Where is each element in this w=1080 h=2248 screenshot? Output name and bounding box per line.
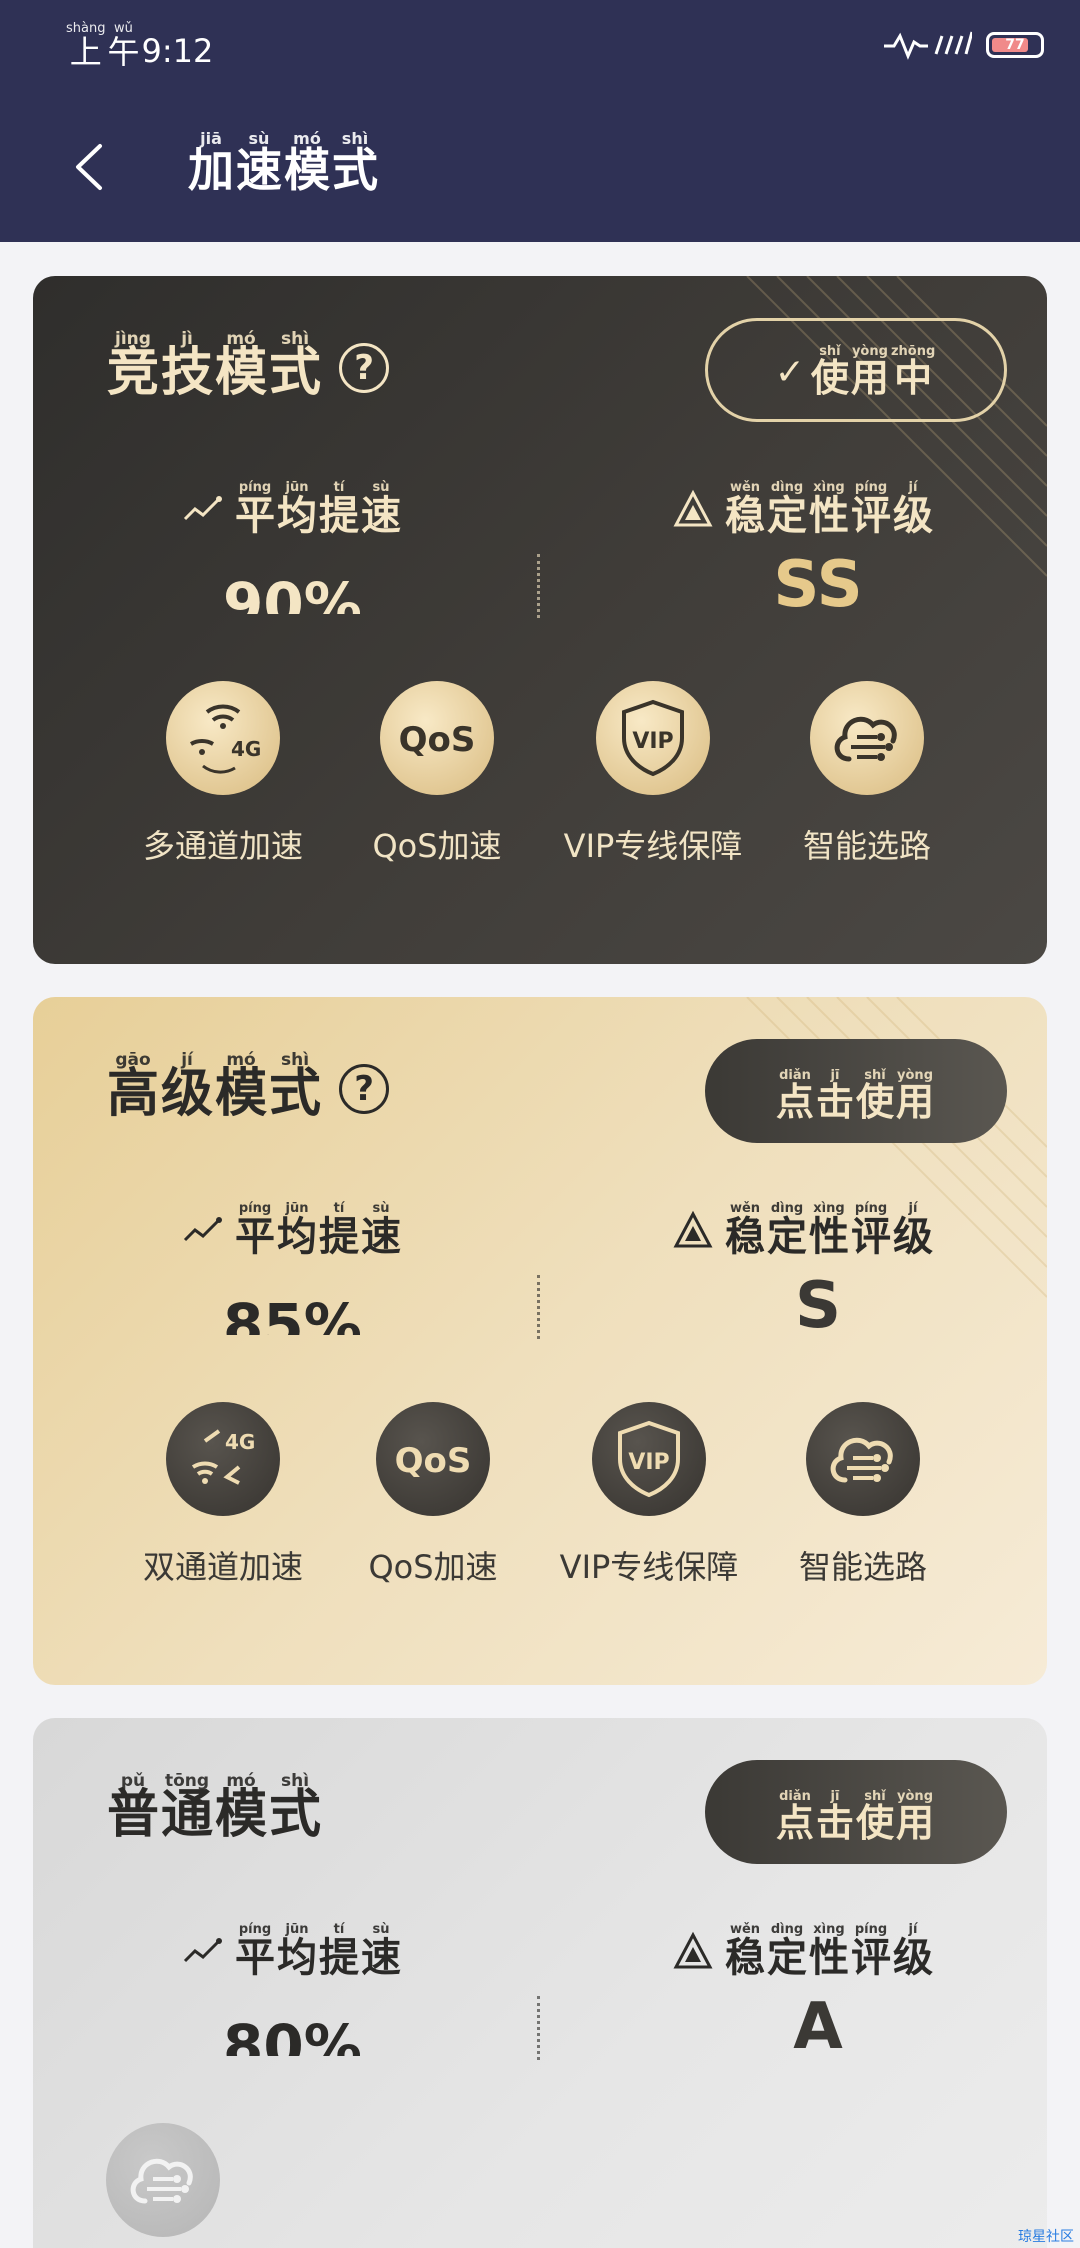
mode-card-normal: pǔ 普 tōng 通 mó 模 shì 式 diǎn 点 jī 击 shǐ 使 yòng 用 … bbox=[33, 1718, 1047, 2248]
app-header: shàng 上 wǔ 午 9:12 77 jiā 加 sù 速 mó 模 shì 式 bbox=[0, 0, 1080, 242]
status-time-digits: 9:12 bbox=[141, 31, 214, 70]
stability-grade: A bbox=[793, 1990, 843, 2064]
stability-label: wěn 稳 dìng 定 xìng 性 píng 评 jí 级 bbox=[673, 1923, 935, 1979]
smart-route-cloud-icon bbox=[806, 1402, 920, 1516]
dual-channel-4g-icon: 4G bbox=[166, 1402, 280, 1516]
mode-title: jìng 竞 jì 技 mó 模 shì 式 ? bbox=[107, 331, 390, 401]
feature-label: 多通道加速 bbox=[142, 827, 303, 865]
signal-icon bbox=[884, 31, 972, 60]
avg-speed-label: píng 平 jūn 均 tí 提 sù 速 bbox=[183, 1202, 403, 1258]
smart-route-cloud-icon bbox=[810, 681, 924, 795]
feature-label: 智能选路 bbox=[802, 827, 931, 865]
vip-shield-icon: VIP bbox=[592, 1402, 706, 1516]
vip-shield-icon: VIP bbox=[596, 681, 710, 795]
svg-text:4G: 4G bbox=[231, 737, 261, 761]
qos-icon: QoS bbox=[376, 1402, 490, 1516]
trend-icon bbox=[183, 1217, 222, 1242]
watermark: 琼星社区 bbox=[1018, 2229, 1074, 2245]
feature-label: VIP专线保障 bbox=[559, 1548, 739, 1586]
warning-triangle-icon bbox=[673, 1931, 713, 1969]
status-time: shàng 上 wǔ 午 9:12 bbox=[66, 21, 214, 71]
feature-smart-route: 智能选路 bbox=[763, 1402, 963, 1588]
smart-route-cloud-icon bbox=[106, 2123, 220, 2237]
feature-label: QoS加速 bbox=[368, 1548, 498, 1586]
multichannel-4g-icon: 4G bbox=[166, 681, 280, 795]
help-icon[interactable]: ? bbox=[339, 1063, 390, 1114]
stat-divider bbox=[537, 1996, 540, 2060]
stat-divider bbox=[537, 554, 540, 618]
warning-triangle-icon bbox=[673, 489, 713, 527]
svg-text:VIP: VIP bbox=[628, 1450, 669, 1475]
mode-title: gāo 高 jí 级 mó 模 shì 式 ? bbox=[107, 1052, 390, 1122]
battery-icon: 77 bbox=[986, 32, 1044, 58]
mode-card-advanced: gāo 高 jí 级 mó 模 shì 式 ? diǎn 点 jī 击 shǐ 使 yòng 用… bbox=[33, 997, 1047, 1685]
stability-grade: SS bbox=[773, 548, 863, 622]
warning-triangle-icon bbox=[673, 1210, 713, 1248]
in-use-button[interactable]: ✓ shǐ 使 yòng 用 zhōng 中 bbox=[705, 318, 1007, 422]
feature-label: 双通道加速 bbox=[142, 1548, 303, 1586]
svg-text:QoS: QoS bbox=[395, 1441, 472, 1481]
svg-text:QoS: QoS bbox=[399, 720, 476, 760]
feature-label: VIP专线保障 bbox=[563, 827, 743, 865]
svg-text:VIP: VIP bbox=[632, 729, 673, 754]
feature-dual-channel: 4G 双通道加速 bbox=[123, 1402, 323, 1588]
feature-label: QoS加速 bbox=[372, 827, 502, 865]
help-icon[interactable]: ? bbox=[339, 342, 390, 393]
mode-card-competitive: jìng 竞 jì 技 mó 模 shì 式 ? ✓ shǐ 使 yòng 用 zhōng 中… bbox=[33, 276, 1047, 964]
trend-icon bbox=[183, 1938, 222, 1963]
page-title: jiā 加 sù 速 mó 模 shì 式 bbox=[188, 129, 378, 197]
stability-label: wěn 稳 dìng 定 xìng 性 píng 评 jí 级 bbox=[673, 1202, 935, 1258]
back-chevron-icon[interactable] bbox=[70, 140, 106, 194]
use-button[interactable]: diǎn 点 jī 击 shǐ 使 yòng 用 bbox=[705, 1039, 1007, 1143]
stat-divider bbox=[537, 1275, 540, 1339]
status-time-char-1: 上 bbox=[69, 33, 102, 71]
avg-speed-value: 80% bbox=[223, 2012, 362, 2056]
feature-qos: QoS QoS加速 bbox=[337, 681, 537, 867]
battery-level: 77 bbox=[1005, 37, 1025, 53]
avg-speed-label: píng 平 jūn 均 tí 提 sù 速 bbox=[183, 1923, 403, 1979]
feature-vip: VIP VIP专线保障 bbox=[549, 1402, 749, 1588]
stability-grade: S bbox=[794, 1269, 842, 1343]
avg-speed-value: 85% bbox=[223, 1291, 362, 1335]
check-icon: ✓ bbox=[774, 352, 805, 393]
status-icons: 77 bbox=[882, 30, 1044, 60]
feature-qos: QoS QoS加速 bbox=[333, 1402, 533, 1588]
avg-speed-value: 90% bbox=[223, 570, 362, 614]
feature-label: 智能选路 bbox=[798, 1548, 927, 1586]
use-button[interactable]: diǎn 点 jī 击 shǐ 使 yòng 用 bbox=[705, 1760, 1007, 1864]
feature-multichannel: 4G 多通道加速 bbox=[123, 681, 323, 867]
qos-icon: QoS bbox=[380, 681, 494, 795]
stability-label: wěn 稳 dìng 定 xìng 性 píng 评 jí 级 bbox=[673, 481, 935, 537]
status-time-char-2: 午 bbox=[107, 33, 140, 71]
feature-smart-route: 智能选路 bbox=[767, 681, 967, 867]
trend-icon bbox=[183, 496, 222, 521]
mode-title: pǔ 普 tōng 通 mó 模 shì 式 bbox=[107, 1771, 322, 1845]
svg-text:4G: 4G bbox=[225, 1430, 255, 1454]
feature-smart-route bbox=[63, 2123, 263, 2237]
avg-speed-label: píng 平 jūn 均 tí 提 sù 速 bbox=[183, 481, 403, 537]
feature-vip: VIP VIP专线保障 bbox=[553, 681, 753, 867]
